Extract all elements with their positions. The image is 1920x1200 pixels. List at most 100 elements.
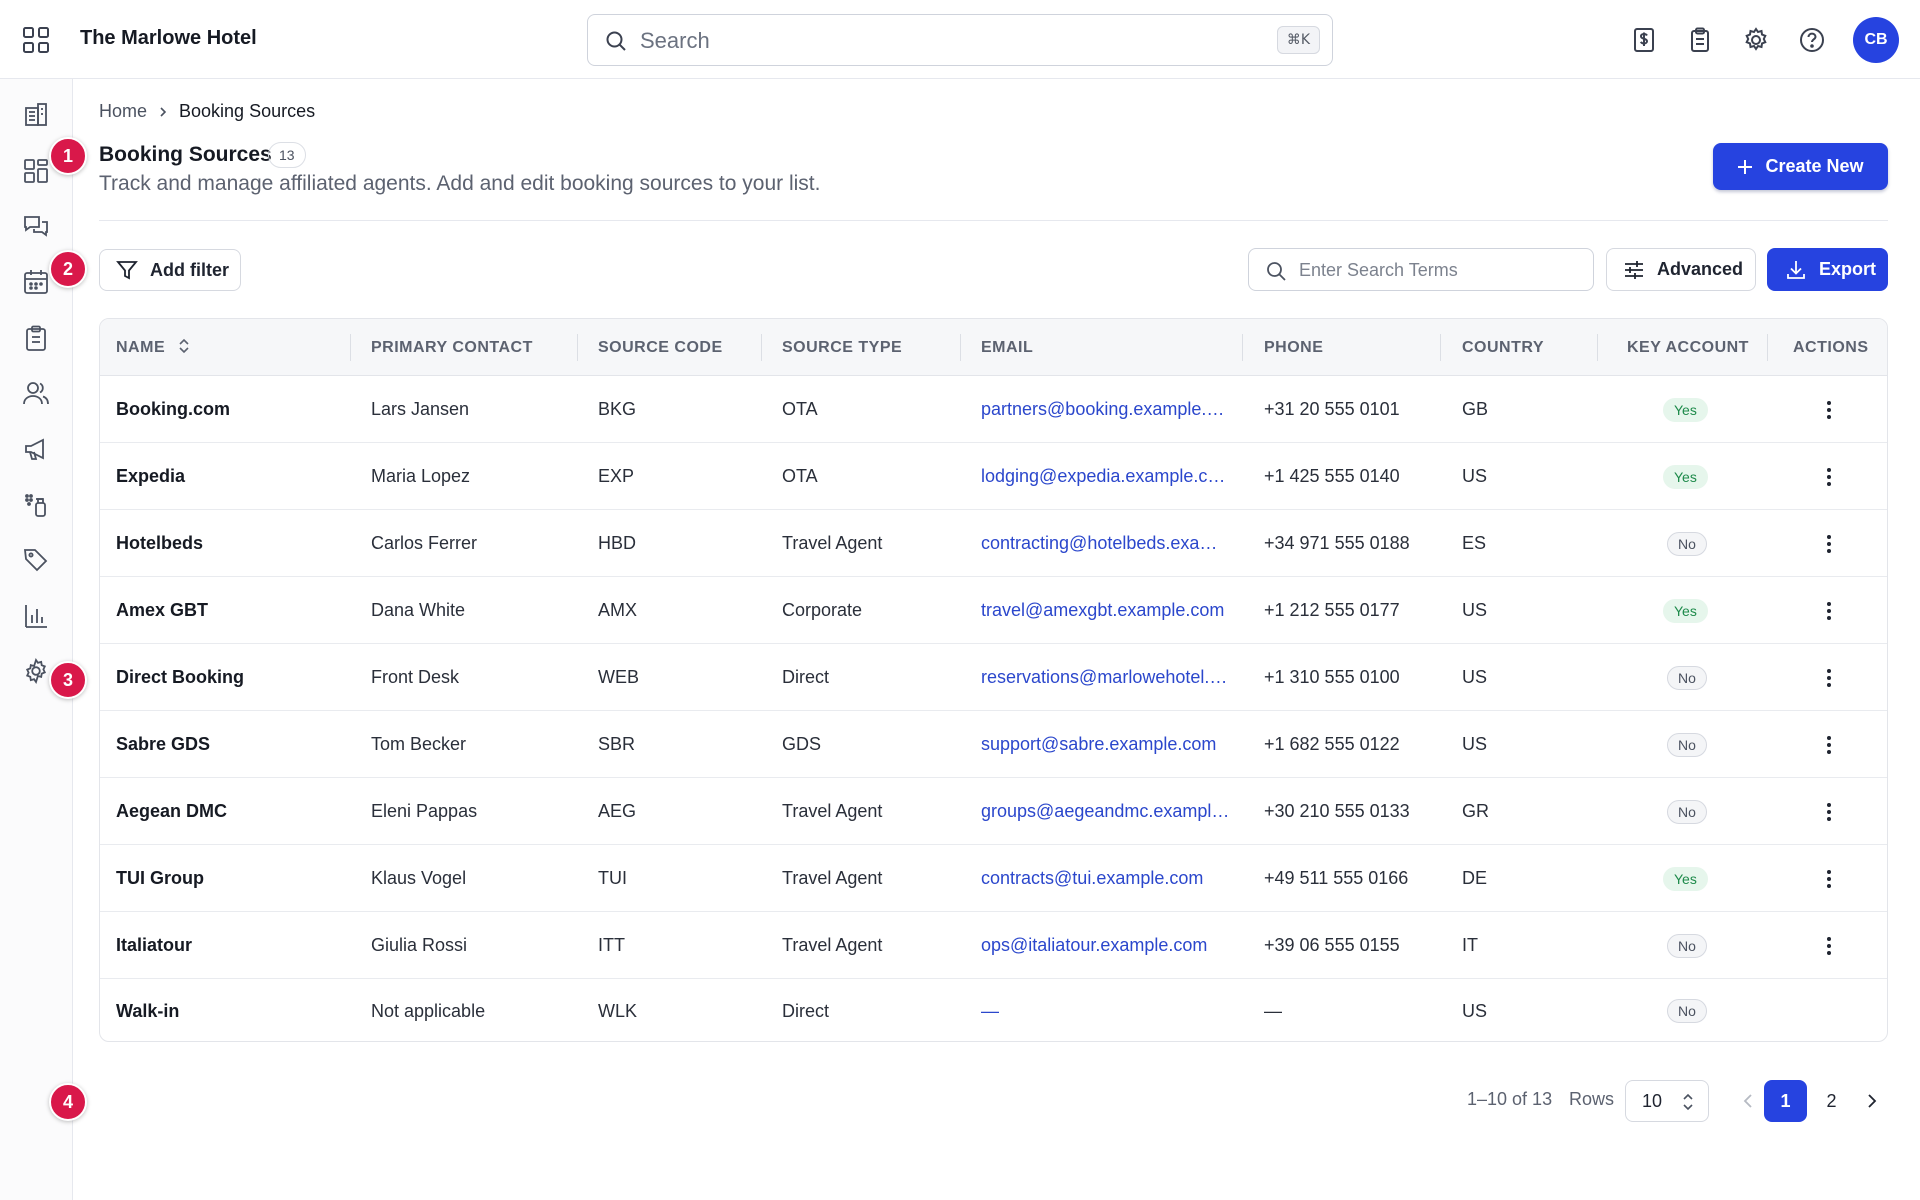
more-actions-icon[interactable] bbox=[1817, 465, 1841, 489]
billing-icon[interactable] bbox=[1629, 25, 1659, 55]
more-actions-icon[interactable] bbox=[1817, 666, 1841, 690]
clipboard-icon[interactable] bbox=[1685, 25, 1715, 55]
table-row[interactable]: Sabre GDS Tom Becker SBR GDS support@sabre.e… bbox=[100, 711, 1887, 778]
create-new-button[interactable]: Create New bbox=[1713, 143, 1888, 190]
table-row[interactable]: Aegean DMC Eleni Pappas AEG Travel Agent gro… bbox=[100, 778, 1887, 845]
building-icon[interactable] bbox=[22, 100, 50, 128]
page-button-1[interactable]: 1 bbox=[1764, 1080, 1807, 1122]
download-icon bbox=[1785, 259, 1807, 281]
cell-country: DE bbox=[1462, 868, 1488, 888]
settings-icon[interactable] bbox=[22, 657, 50, 685]
filter-icon bbox=[116, 259, 138, 281]
cell-phone: +39 06 555 0155 bbox=[1264, 935, 1400, 955]
key-account-badge: No bbox=[1667, 934, 1707, 958]
more-actions-icon[interactable] bbox=[1817, 599, 1841, 623]
cell-phone: +49 511 555 0166 bbox=[1264, 868, 1409, 888]
help-icon[interactable] bbox=[1797, 25, 1827, 55]
cell-name: Walk-in bbox=[116, 1001, 180, 1021]
global-search-input[interactable]: Search ⌘K bbox=[587, 14, 1333, 66]
page-title: Booking Sources bbox=[99, 143, 272, 166]
breadcrumb-home[interactable]: Home bbox=[99, 101, 147, 122]
next-page-button[interactable] bbox=[1857, 1081, 1887, 1121]
table-row[interactable]: Expedia Maria Lopez EXP OTA lodging@expedia.… bbox=[100, 443, 1887, 510]
advanced-label: Advanced bbox=[1657, 259, 1744, 279]
housekeeping-icon[interactable] bbox=[22, 491, 50, 519]
reports-icon[interactable] bbox=[22, 602, 50, 630]
column-divider bbox=[1597, 334, 1598, 361]
cell-contact: Not applicable bbox=[371, 1001, 486, 1021]
key-account-badge: No bbox=[1667, 666, 1707, 690]
count-badge: 13 bbox=[268, 142, 306, 168]
column-header-type: SOURCE TYPE bbox=[782, 339, 903, 356]
cell-country: GB bbox=[1462, 399, 1489, 419]
dashboard-icon[interactable] bbox=[22, 157, 50, 185]
cell-email[interactable]: groups@aegeandmc.example.com bbox=[981, 778, 1231, 845]
messages-icon[interactable] bbox=[22, 212, 50, 240]
more-actions-icon[interactable] bbox=[1817, 733, 1841, 757]
cell-email[interactable]: reservations@marlowehotel.example.com bbox=[981, 644, 1231, 711]
column-divider bbox=[577, 334, 578, 361]
cell-email[interactable]: contracts@tui.example.com bbox=[981, 845, 1231, 912]
column-header-name[interactable]: NAME bbox=[116, 319, 190, 376]
cell-email[interactable]: support@sabre.example.com bbox=[981, 711, 1231, 778]
key-account-badge: Yes bbox=[1663, 599, 1708, 623]
cell-email[interactable]: ops@italiatour.example.com bbox=[981, 912, 1231, 979]
cell-country: US bbox=[1462, 600, 1488, 620]
cell-contact: Lars Jansen bbox=[371, 399, 470, 419]
cell-email[interactable]: travel@amexgbt.example.com bbox=[981, 577, 1231, 644]
rows-per-page-select[interactable]: 10 bbox=[1625, 1080, 1709, 1122]
cell-source-code: BKG bbox=[598, 399, 637, 419]
cell-email[interactable]: contracting@hotelbeds.example.com bbox=[981, 510, 1231, 577]
cell-source-code: SBR bbox=[598, 734, 636, 754]
cell-phone: +1 425 555 0140 bbox=[1264, 466, 1400, 486]
advanced-button[interactable]: Advanced bbox=[1606, 248, 1756, 291]
table-row[interactable]: Walk-in Not applicable WLK Direct — — US No bbox=[100, 979, 1887, 1041]
cell-source-type: Direct bbox=[782, 1001, 830, 1021]
table-row[interactable]: Direct Booking Front Desk WEB Direct reserva… bbox=[100, 644, 1887, 711]
page-button-2[interactable]: 2 bbox=[1810, 1080, 1853, 1122]
step-marker-1: 1 bbox=[49, 137, 87, 175]
cell-name: Booking.com bbox=[116, 399, 231, 419]
cell-phone: +1 682 555 0122 bbox=[1264, 734, 1400, 754]
cell-phone: +30 210 555 0133 bbox=[1264, 801, 1410, 821]
sort-icon[interactable] bbox=[178, 337, 190, 355]
settings-gear-icon[interactable] bbox=[1741, 25, 1771, 55]
add-filter-label: Add filter bbox=[150, 259, 229, 280]
table-row[interactable]: Italiatour Giulia Rossi ITT Travel Agent ops… bbox=[100, 912, 1887, 979]
export-button[interactable]: Export bbox=[1767, 248, 1888, 291]
table-row[interactable]: Hotelbeds Carlos Ferrer HBD Travel Agent con… bbox=[100, 510, 1887, 577]
cell-phone: +31 20 555 0101 bbox=[1264, 399, 1400, 419]
more-actions-icon[interactable] bbox=[1817, 934, 1841, 958]
cell-country: ES bbox=[1462, 533, 1487, 553]
guests-icon[interactable] bbox=[22, 379, 50, 407]
cell-phone: — bbox=[1264, 1001, 1282, 1021]
cell-contact: Dana White bbox=[371, 600, 466, 620]
cell-email[interactable]: partners@booking.example.com bbox=[981, 376, 1231, 443]
cell-contact: Front Desk bbox=[371, 667, 460, 687]
more-actions-icon[interactable] bbox=[1817, 800, 1841, 824]
cell-country: GR bbox=[1462, 801, 1489, 821]
table-row[interactable]: Amex GBT Dana White AMX Corporate travel@ame… bbox=[100, 577, 1887, 644]
clipboard-list-icon[interactable] bbox=[22, 324, 50, 352]
table-search-field[interactable] bbox=[1248, 248, 1594, 291]
app-grid-icon[interactable] bbox=[22, 26, 50, 54]
cell-email[interactable]: lodging@expedia.example.com bbox=[981, 443, 1231, 510]
cell-source-code: WLK bbox=[598, 1001, 638, 1021]
table-row[interactable]: Booking.com Lars Jansen BKG OTA partners@boo… bbox=[100, 376, 1887, 443]
table-search-input[interactable] bbox=[1299, 257, 1579, 283]
cell-source-code: AMX bbox=[598, 600, 638, 620]
cell-country: US bbox=[1462, 667, 1488, 687]
megaphone-icon[interactable] bbox=[22, 435, 50, 463]
more-actions-icon[interactable] bbox=[1817, 532, 1841, 556]
more-actions-icon[interactable] bbox=[1817, 398, 1841, 422]
user-avatar[interactable]: CB bbox=[1853, 17, 1899, 63]
column-header-email: EMAIL bbox=[981, 339, 1034, 356]
chevron-up-down-icon bbox=[1678, 1091, 1698, 1113]
previous-page-button[interactable] bbox=[1733, 1081, 1763, 1121]
calendar-icon[interactable] bbox=[22, 268, 50, 296]
tags-icon[interactable] bbox=[22, 546, 50, 574]
export-label: Export bbox=[1819, 259, 1877, 279]
add-filter-button[interactable]: Add filter bbox=[99, 249, 241, 291]
more-actions-icon[interactable] bbox=[1817, 867, 1841, 891]
table-row[interactable]: TUI Group Klaus Vogel TUI Travel Agent contr… bbox=[100, 845, 1887, 912]
